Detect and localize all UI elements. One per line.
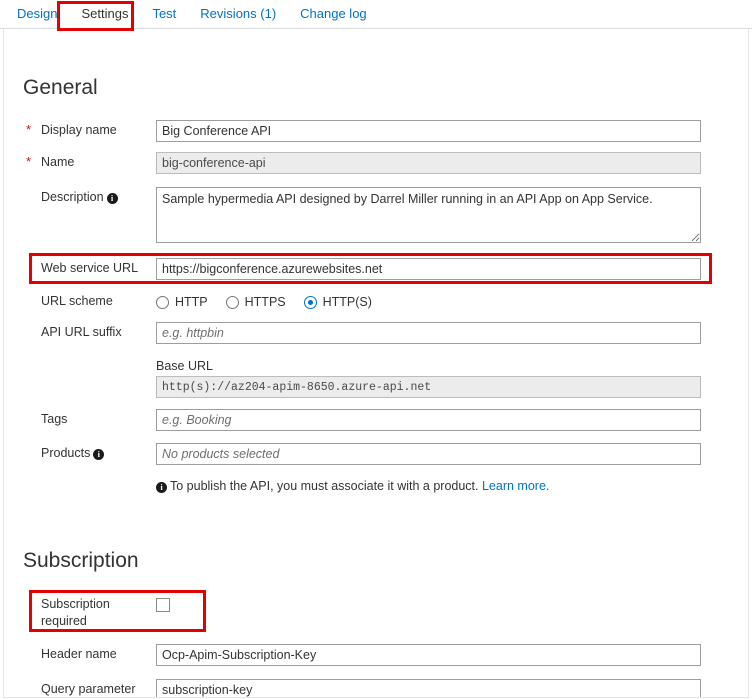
header-name-input[interactable] — [156, 644, 701, 666]
field-api-url-suffix: API URL suffix — [4, 322, 748, 344]
info-icon-products-note: i — [156, 482, 167, 493]
field-url-scheme: URL scheme HTTP HTTPS HTTP(S) — [4, 291, 748, 313]
label-subscription-required: Subscription required — [41, 596, 149, 630]
settings-panel: General * Display name * Name Descriptio… — [3, 29, 749, 698]
label-query-parameter-name-line1: Query parameter — [41, 682, 136, 696]
field-description: Description i — [4, 187, 748, 247]
tab-revisions[interactable]: Revisions (1) — [188, 1, 288, 28]
radio-dot-https[interactable] — [225, 295, 239, 309]
display-name-input[interactable] — [156, 120, 701, 142]
tab-settings[interactable]: Settings — [69, 1, 140, 28]
radio-dot-http-s[interactable] — [303, 295, 317, 309]
label-base-url: Base URL — [156, 359, 213, 373]
label-header-name: Header name — [41, 647, 117, 661]
label-query-parameter-name: Query parametername — [41, 681, 149, 697]
radio-option-http-s[interactable]: HTTP(S) — [303, 295, 372, 309]
field-base-url: Base URL — [4, 358, 748, 398]
query-parameter-name-input[interactable] — [156, 679, 701, 697]
label-subscription-required-line1: Subscription — [41, 597, 110, 611]
products-note-text: To publish the API, you must associate i… — [170, 479, 479, 493]
api-url-suffix-input[interactable] — [156, 322, 701, 344]
field-web-service-url: Web service URL — [4, 258, 748, 280]
general-section-title: General — [23, 76, 98, 99]
required-marker-name: * — [26, 154, 32, 169]
field-products: Products i — [4, 443, 748, 465]
field-tags: Tags — [4, 409, 748, 431]
field-display-name: * Display name — [4, 120, 748, 142]
subscription-section-title: Subscription — [23, 549, 139, 572]
tab-design[interactable]: Design — [5, 1, 69, 28]
info-icon-products[interactable]: i — [93, 449, 105, 460]
label-web-service-url: Web service URL — [41, 261, 139, 275]
radio-option-https[interactable]: HTTPS — [225, 295, 286, 309]
learn-more-link[interactable]: Learn more. — [482, 479, 549, 493]
field-query-parameter-name: Query parametername — [4, 679, 748, 697]
products-publish-note: i To publish the API, you must associate … — [156, 478, 549, 494]
description-textarea[interactable] — [156, 187, 701, 243]
label-description: Description i — [41, 189, 149, 205]
radio-label-http: HTTP — [175, 295, 208, 309]
tab-bar: Design Settings Test Revisions (1) Chang… — [0, 0, 752, 29]
subscription-required-checkbox[interactable] — [156, 598, 170, 612]
tab-test[interactable]: Test — [140, 1, 188, 28]
radio-label-https: HTTPS — [244, 295, 286, 309]
label-products-text: Products — [41, 446, 91, 460]
radio-option-http[interactable]: HTTP — [156, 295, 208, 309]
field-header-name: Header name — [4, 644, 748, 666]
label-display-name: Display name — [41, 123, 117, 137]
label-name: Name — [41, 155, 75, 169]
label-subscription-required-line2: required — [41, 614, 87, 628]
tags-input[interactable] — [156, 409, 701, 431]
label-description-text: Description — [41, 190, 104, 204]
products-input[interactable] — [156, 443, 701, 465]
field-subscription-required: Subscription required — [4, 594, 748, 628]
field-name: * Name — [4, 152, 748, 174]
base-url-input — [156, 376, 701, 398]
radio-dot-http[interactable] — [156, 295, 169, 309]
tab-change-log[interactable]: Change log — [288, 1, 379, 28]
web-service-url-input[interactable] — [156, 258, 701, 280]
label-products: Products i — [41, 445, 149, 461]
required-marker-display-name: * — [26, 122, 32, 137]
info-icon-description[interactable]: i — [106, 193, 118, 204]
radio-label-http-s: HTTP(S) — [322, 295, 372, 309]
url-scheme-radio-group: HTTP HTTPS HTTP(S) — [156, 291, 372, 313]
label-api-url-suffix: API URL suffix — [41, 325, 122, 339]
name-input — [156, 152, 701, 174]
label-url-scheme: URL scheme — [41, 294, 113, 308]
label-tags: Tags — [41, 412, 68, 426]
